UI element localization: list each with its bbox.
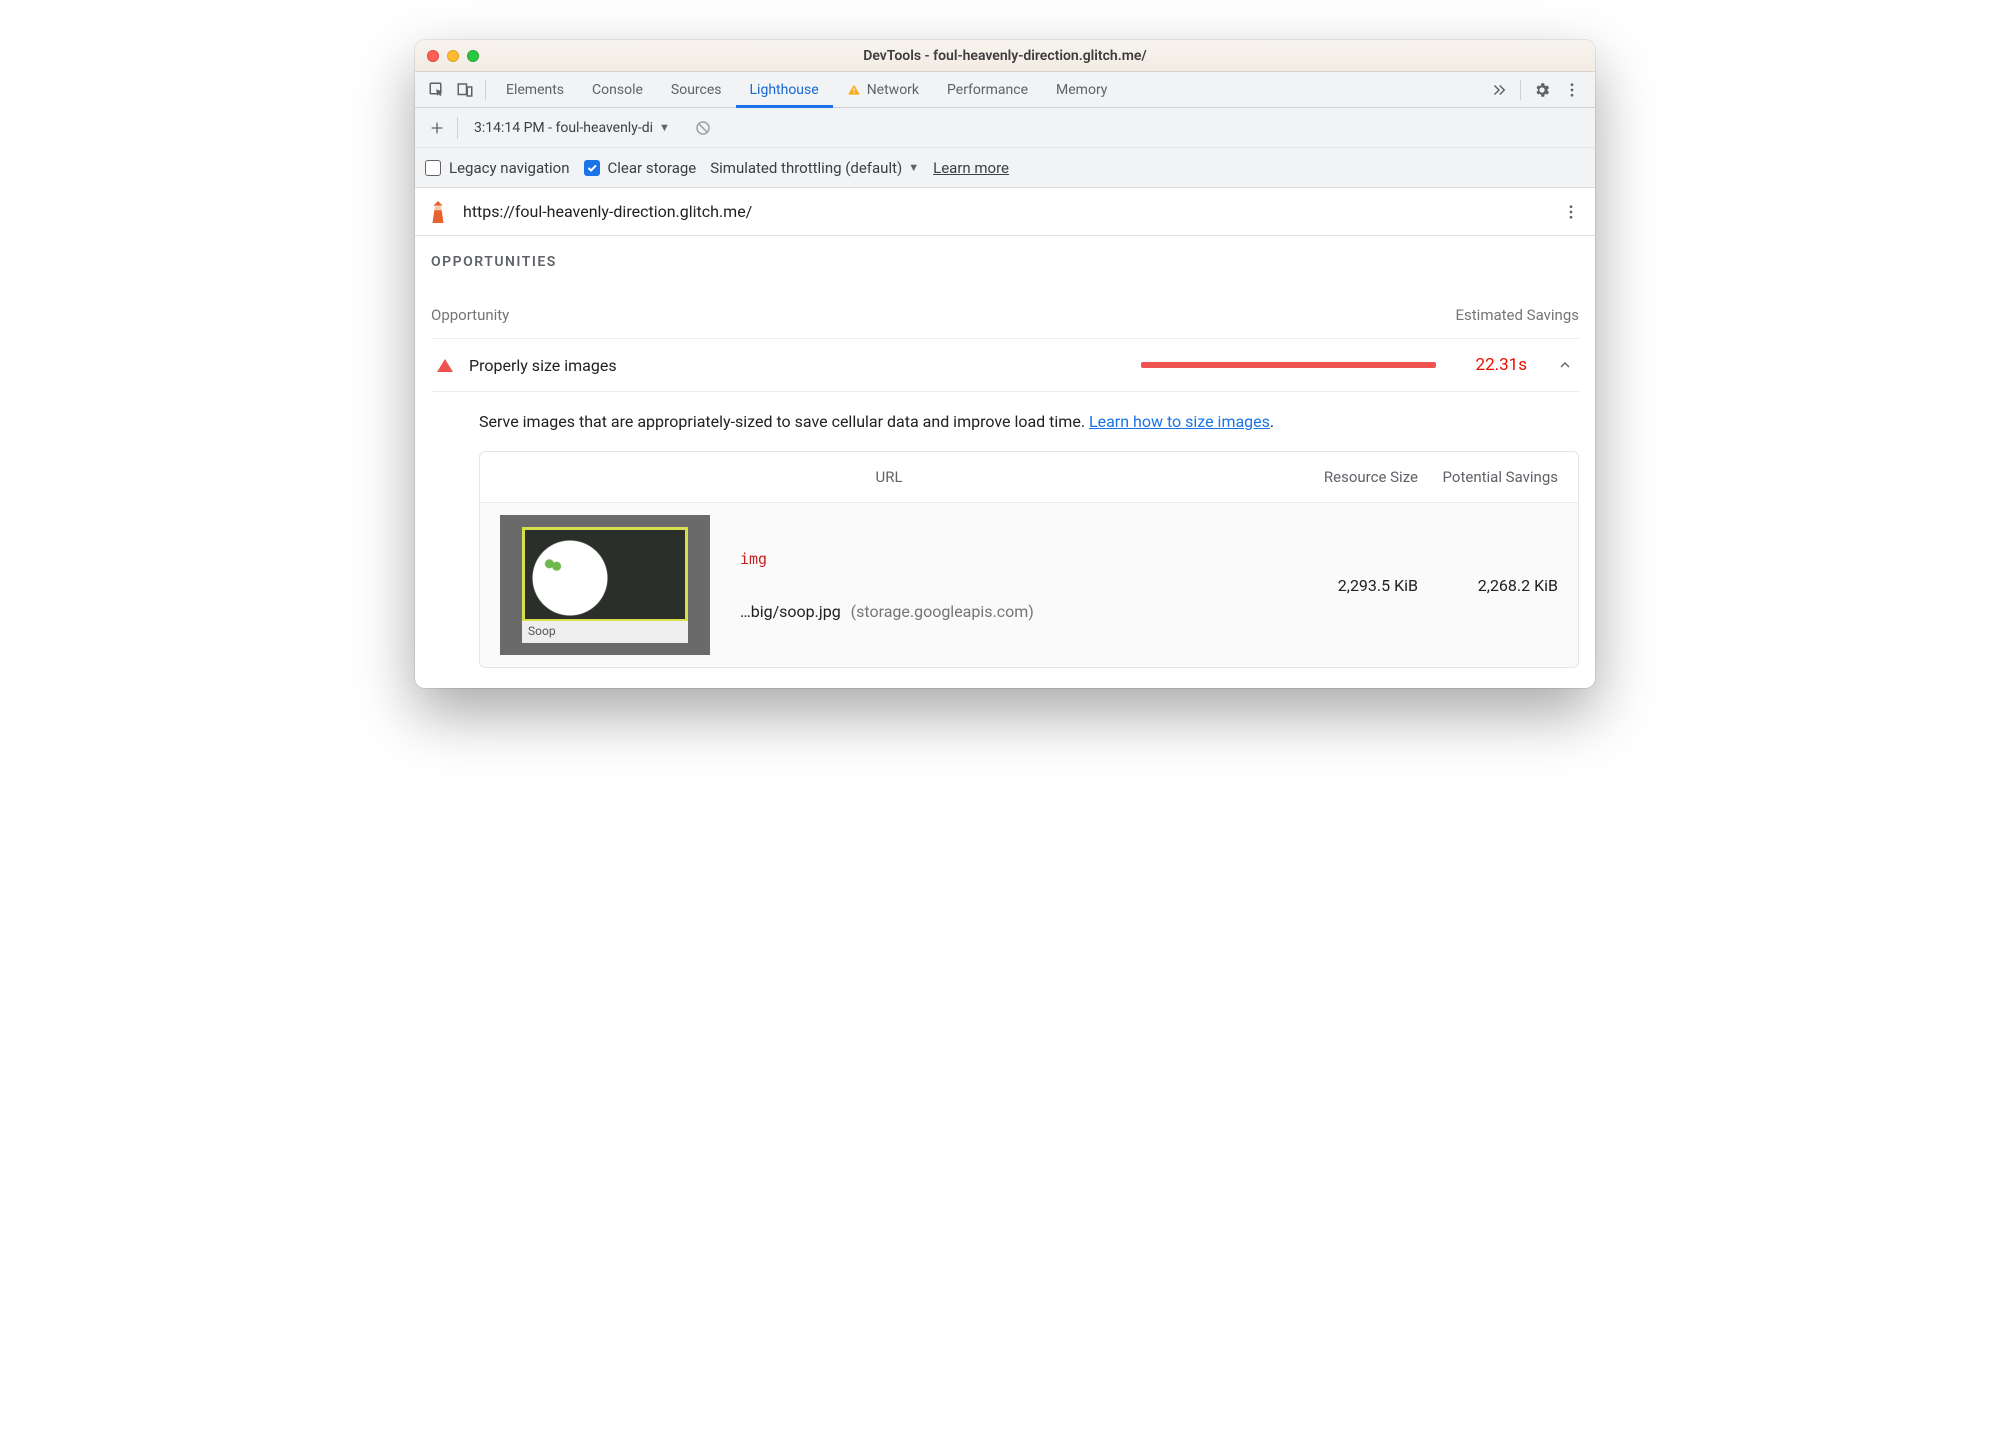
col-savings-label: Estimated Savings [1456,306,1580,324]
new-audit-button[interactable] [423,114,451,142]
separator [457,117,458,139]
throttling-label: Simulated throttling (default) [710,159,902,177]
lighthouse-runbar: 3:14:14 PM - foul-heavenly-di ▼ [415,108,1595,148]
image-thumbnail: Soop [500,515,710,655]
tab-elements[interactable]: Elements [492,72,578,107]
th-resource-size: Resource Size [1278,468,1418,486]
lighthouse-options-bar: Legacy navigation Clear storage Simulate… [415,148,1595,188]
run-select-dropdown[interactable]: 3:14:14 PM - foul-heavenly-di ▼ [464,114,680,142]
clear-storage-label: Clear storage [608,159,697,177]
savings-bar-wrap [633,362,1436,368]
more-menu-icon[interactable] [1557,75,1587,105]
audited-url: https://foul-heavenly-direction.glitch.m… [463,202,1545,221]
inspect-element-icon[interactable] [423,76,451,104]
description-period: . [1270,412,1274,431]
savings-bar [1141,362,1436,368]
settings-gear-icon[interactable] [1527,75,1557,105]
traffic-lights [427,50,479,62]
zoom-window-button[interactable] [467,50,479,62]
opportunity-row[interactable]: Properly size images 22.31s [431,338,1579,392]
warning-icon [847,83,861,97]
resource-path: …big/soop.jpg [740,602,841,621]
panel-tabs: Elements Console Sources Lighthouse Netw… [492,72,1484,107]
th-url: URL [500,468,1278,486]
minimize-window-button[interactable] [447,50,459,62]
separator [1520,80,1521,100]
description-text: Serve images that are appropriately-size… [479,412,1089,431]
checkbox-icon [584,160,600,176]
potential-savings: 2,268.2 KiB [1418,576,1558,595]
window-title: DevTools - foul-heavenly-direction.glitc… [415,48,1595,64]
th-potential-savings: Potential Savings [1418,468,1558,486]
devtools-window: DevTools - foul-heavenly-direction.glitc… [415,40,1595,688]
resource-table: URL Resource Size Potential Savings Soop… [479,451,1579,668]
throttling-dropdown[interactable]: Simulated throttling (default) ▼ [710,159,919,177]
fail-triangle-icon [437,359,453,372]
resource-host: (storage.googleapis.com) [851,602,1034,621]
lighthouse-logo-icon [427,199,449,225]
audited-url-row: https://foul-heavenly-direction.glitch.m… [415,188,1595,236]
devtools-tabbar: Elements Console Sources Lighthouse Netw… [415,72,1595,108]
dropdown-caret-icon: ▼ [659,121,670,134]
learn-more-link[interactable]: Learn more [933,159,1009,177]
opportunity-name: Properly size images [469,356,617,375]
url-cell: img …big/soop.jpg (storage.googleapis.co… [730,550,1278,621]
tab-network-label: Network [867,82,919,98]
thumbnail-cell: Soop [500,515,730,655]
tab-memory[interactable]: Memory [1042,72,1121,107]
table-row[interactable]: Soop img …big/soop.jpg (storage.googleap… [480,502,1578,667]
more-tabs-icon[interactable] [1484,75,1514,105]
learn-size-images-link[interactable]: Learn how to size images [1089,412,1270,431]
thumbnail-caption: Soop [522,621,688,643]
tab-lighthouse[interactable]: Lighthouse [736,72,833,107]
run-select-label: 3:14:14 PM - foul-heavenly-di [474,120,653,136]
opportunity-columns-header: Opportunity Estimated Savings [431,306,1579,324]
chevron-up-icon [1557,357,1573,373]
tab-sources[interactable]: Sources [657,72,736,107]
report-content: OPPORTUNITIES Opportunity Estimated Savi… [415,236,1595,688]
device-toggle-icon[interactable] [451,76,479,104]
opportunity-description: Serve images that are appropriately-size… [431,392,1579,451]
tab-console[interactable]: Console [578,72,657,107]
close-window-button[interactable] [427,50,439,62]
section-title-opportunities: OPPORTUNITIES [431,254,1579,270]
window-titlebar: DevTools - foul-heavenly-direction.glitc… [415,40,1595,72]
report-menu-icon[interactable] [1559,203,1583,221]
col-opportunity-label: Opportunity [431,306,509,324]
tab-performance[interactable]: Performance [933,72,1042,107]
legacy-navigation-checkbox[interactable]: Legacy navigation [425,159,570,177]
separator [485,80,486,100]
legacy-navigation-label: Legacy navigation [449,159,570,177]
resource-size: 2,293.5 KiB [1278,576,1418,595]
tabbar-right [1484,75,1587,105]
checkbox-icon [425,160,441,176]
tab-network[interactable]: Network [833,72,933,107]
table-header: URL Resource Size Potential Savings [480,452,1578,502]
element-tag: img [740,550,1278,568]
clear-storage-checkbox[interactable]: Clear storage [584,159,697,177]
dropdown-caret-icon: ▼ [908,161,919,174]
clear-report-icon[interactable] [694,119,712,137]
savings-value: 22.31s [1476,355,1527,375]
